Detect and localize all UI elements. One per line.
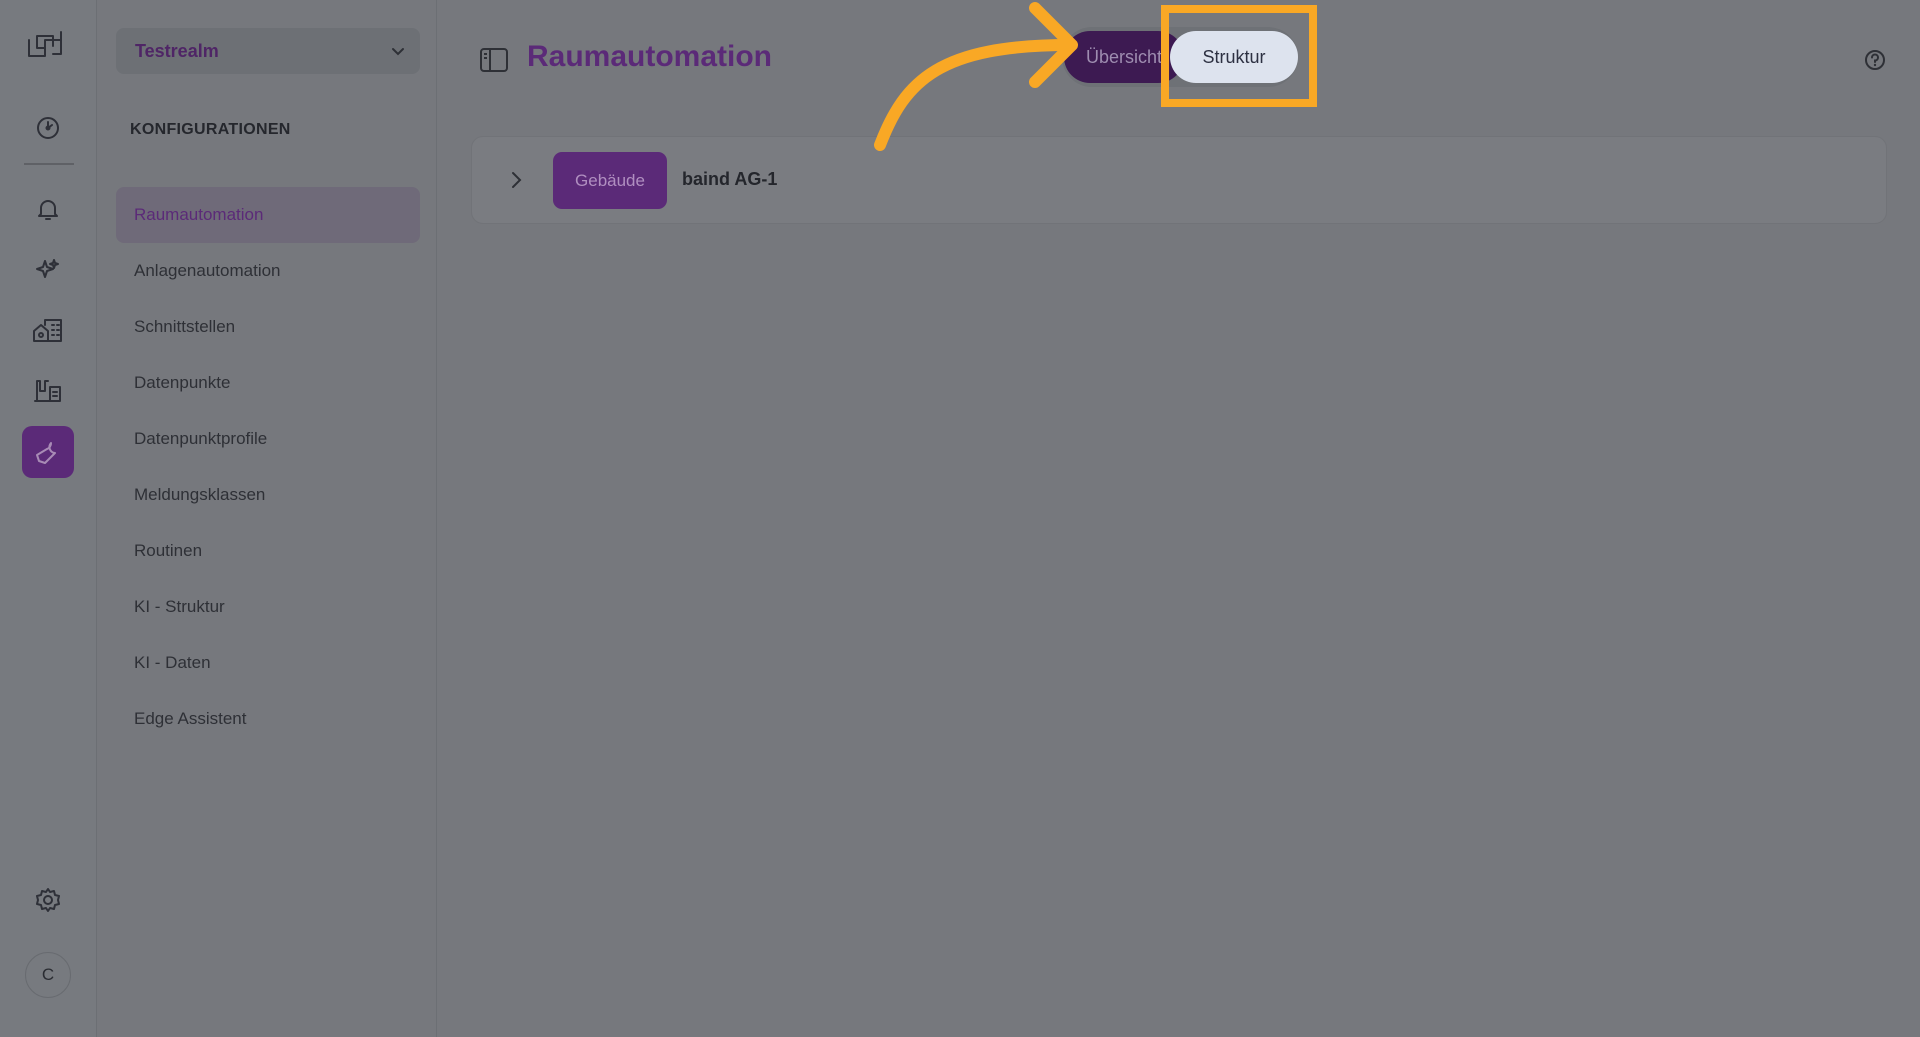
rail-divider <box>24 163 74 165</box>
type-badge-label: Gebäude <box>575 170 645 190</box>
sidebar-item-label: Anlagenautomation <box>134 261 281 280</box>
type-badge: Gebäude <box>553 152 667 209</box>
sidebar-item-label: Schnittstellen <box>134 317 236 336</box>
sidebar-item-label: Raumautomation <box>134 205 264 224</box>
sidebar-item-ki-daten[interactable]: KI - Daten <box>116 635 420 691</box>
sidebar-item-edge-assistent[interactable]: Edge Assistent <box>116 691 420 747</box>
highlight-box <box>1161 5 1317 107</box>
sidebar-item-datenpunktprofile[interactable]: Datenpunktprofile <box>116 411 420 467</box>
facility-icon[interactable] <box>22 364 74 416</box>
dashboard-icon[interactable] <box>22 102 74 154</box>
sidebar-item-label: Routinen <box>134 541 203 560</box>
bell-icon[interactable] <box>22 183 74 235</box>
sidebar-item-raumautomation[interactable]: Raumautomation <box>116 187 420 243</box>
sidebar-item-schnittstellen[interactable]: Schnittstellen <box>116 299 420 355</box>
buildings-icon[interactable] <box>22 304 74 356</box>
section-title: KONFIGURATIONEN <box>130 121 291 138</box>
icon-rail: C <box>0 0 97 1037</box>
sidebar-item-label: KI - Struktur <box>134 597 225 616</box>
sidebar-item-anlagenautomation[interactable]: Anlagenautomation <box>116 243 420 299</box>
avatar-initial: C <box>41 965 55 984</box>
config-sidebar: Testrealm KONFIGURATIONEN Raumautomation… <box>97 0 437 1037</box>
sidebar-item-label: Edge Assistent <box>134 709 247 728</box>
avatar[interactable]: C <box>25 952 71 998</box>
table-row[interactable]: Gebäude baind AG-1 <box>471 136 1887 224</box>
help-icon[interactable] <box>1864 49 1886 71</box>
chevron-down-icon <box>392 48 404 56</box>
sidebar-item-label: Datenpunkte <box>134 373 231 392</box>
annotation-arrow <box>874 2 1078 151</box>
sparkles-icon[interactable] <box>22 244 74 296</box>
page-title: Raumautomation <box>527 40 773 73</box>
sidebar-item-ki-struktur[interactable]: KI - Struktur <box>116 579 420 635</box>
sidebar-item-meldungsklassen[interactable]: Meldungsklassen <box>116 467 420 523</box>
sidebar-item-label: Datenpunktprofile <box>134 429 268 448</box>
sidebar-item-label: KI - Daten <box>134 653 211 672</box>
realm-select[interactable]: Testrealm <box>116 28 420 74</box>
gear-icon[interactable] <box>22 874 74 926</box>
chevron-right-icon[interactable] <box>508 170 524 190</box>
row-name: baind AG-1 <box>682 169 778 189</box>
sidebar-toggle-icon[interactable] <box>479 47 509 73</box>
realm-select-value: Testrealm <box>135 40 219 61</box>
logo-icon[interactable] <box>22 20 74 72</box>
wrench-icon[interactable] <box>22 426 74 478</box>
sidebar-item-label: Meldungsklassen <box>134 485 266 504</box>
sidebar-item-datenpunkte[interactable]: Datenpunkte <box>116 355 420 411</box>
sidebar-item-routinen[interactable]: Routinen <box>116 523 420 579</box>
